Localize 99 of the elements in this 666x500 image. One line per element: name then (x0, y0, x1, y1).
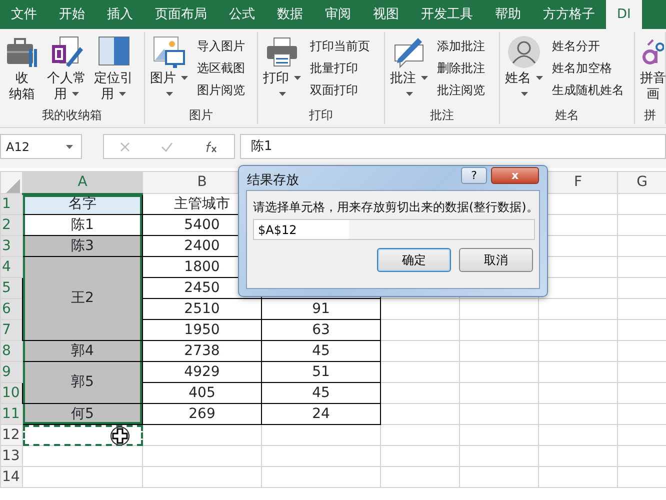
row-header[interactable]: 13 (0, 446, 22, 466)
table-cell[interactable]: 郭5 (22, 362, 142, 404)
ribbon-button[interactable]: 批注 (388, 35, 430, 103)
group-label: 拼 (644, 107, 656, 124)
ribbon-tab[interactable]: 方方格子 (532, 0, 606, 29)
row-header[interactable]: 5 (0, 278, 22, 298)
ribbon-tab[interactable]: 公式 (218, 0, 266, 29)
ribbon-tab[interactable]: 帮助 (484, 0, 532, 29)
table-cell[interactable]: 405 (142, 382, 262, 404)
ribbon-tab[interactable]: 插入 (96, 0, 144, 29)
ribbon-button[interactable]: 批注阅览 (434, 79, 488, 101)
ribbon-button[interactable]: 拼音 画 (638, 35, 666, 103)
table-cell[interactable]: 91 (262, 298, 380, 320)
ribbon-button[interactable]: 选区截图 (194, 57, 248, 79)
row-header[interactable]: 14 (0, 466, 22, 488)
ribbon-button[interactable]: 图片阅览 (194, 79, 248, 101)
column-header[interactable]: G (618, 172, 666, 194)
caret-icon (421, 76, 428, 80)
row-header[interactable]: 4 (0, 256, 22, 278)
row-header[interactable]: 1 (0, 194, 22, 214)
ribbon-tab[interactable]: 审阅 (314, 0, 362, 29)
row-header[interactable]: 6 (0, 298, 22, 320)
table-cell[interactable]: 2510 (142, 298, 262, 320)
ribbon-tab[interactable]: 文件 (0, 0, 48, 29)
ribbon-button[interactable]: 添加批注 (434, 35, 488, 57)
row-header[interactable]: 9 (0, 362, 22, 382)
image-icon (152, 35, 186, 69)
table-cell[interactable]: 269 (142, 404, 262, 424)
toolbox-icon (5, 35, 39, 69)
check-icon[interactable] (160, 142, 173, 152)
ribbon-button[interactable]: 打印 (261, 35, 303, 103)
ribbon-tab[interactable]: DI (606, 0, 642, 29)
table-cell[interactable]: 1950 (142, 320, 262, 340)
formula-field[interactable]: 陈1 (240, 134, 666, 159)
name-box[interactable]: A12 (0, 134, 82, 159)
ribbon-button[interactable]: 姓名加空格 (549, 57, 627, 79)
caret-icon (294, 76, 301, 80)
caret-icon (72, 92, 79, 96)
table-cell[interactable]: 何5 (22, 404, 142, 424)
help-button[interactable]: ? (461, 167, 487, 184)
column-header[interactable]: A (22, 172, 142, 194)
person-icon (507, 35, 541, 69)
cancel-icon[interactable] (120, 142, 130, 152)
ribbon-button[interactable]: 删除批注 (434, 57, 488, 79)
table-cell[interactable]: 陈3 (22, 236, 142, 256)
group-label: 图片 (189, 107, 213, 124)
ribbon-tab[interactable]: 页面布局 (144, 0, 218, 29)
group-label: 打印 (309, 107, 333, 124)
group-label: 我的收纳箱 (42, 107, 102, 124)
caret-icon (119, 92, 126, 96)
ribbon-tab[interactable]: 数据 (266, 0, 314, 29)
ribbon-tab[interactable]: 视图 (362, 0, 410, 29)
dialog-button[interactable]: 确定 (377, 248, 451, 272)
function-icon[interactable] (204, 140, 218, 152)
ribbon-button[interactable]: 个人常 用 (45, 35, 88, 103)
notebook-pen-icon (50, 35, 84, 69)
ribbon-button[interactable]: 生成随机姓名 (549, 79, 627, 101)
table-cell[interactable]: 24 (262, 404, 380, 424)
row-header[interactable]: 2 (0, 214, 22, 236)
table-cell[interactable]: 4929 (142, 362, 262, 382)
caret-icon (520, 92, 528, 96)
table-cell[interactable]: 63 (262, 320, 380, 340)
table-cell[interactable]: 45 (262, 382, 380, 404)
ribbon-button[interactable]: 打印当前页 (307, 35, 373, 57)
caret-icon (406, 92, 412, 96)
caret-icon (536, 76, 543, 80)
row-header[interactable]: 7 (0, 320, 22, 340)
row-header[interactable]: 10 (0, 382, 22, 404)
ribbon-button[interactable]: 双面打印 (307, 79, 373, 101)
ribbon-tab[interactable]: 开始 (48, 0, 96, 29)
group-label: 姓名 (555, 107, 579, 124)
ribbon-button[interactable]: 定位引 用 (92, 35, 135, 103)
caret-icon (181, 76, 188, 80)
ribbon-button[interactable]: 批量打印 (307, 57, 373, 79)
table-cell[interactable]: 45 (262, 340, 380, 362)
caret-icon (166, 92, 172, 96)
ribbon-button[interactable]: 导入图片 (194, 35, 248, 57)
table-cell[interactable]: 2738 (142, 340, 262, 362)
row-header[interactable]: 3 (0, 236, 22, 256)
row-header[interactable]: 12 (0, 424, 22, 446)
group-label: 批注 (430, 107, 454, 124)
table-cell[interactable]: 郭4 (22, 340, 142, 362)
row-header[interactable]: 8 (0, 340, 22, 362)
dialog-button[interactable]: 取消 (459, 248, 533, 272)
table-cell[interactable]: 名字 (22, 194, 142, 214)
caret-icon (278, 92, 286, 96)
table-cell[interactable]: 51 (262, 362, 380, 382)
table-cell[interactable]: 王2 (22, 256, 142, 340)
ribbon-tab[interactable]: 开发工具 (410, 0, 484, 29)
row-header[interactable]: 11 (0, 404, 22, 424)
ribbon-button[interactable]: 姓名分开 (549, 35, 627, 57)
printer-icon (265, 35, 299, 69)
range-input-field[interactable]: $A$12 (253, 219, 535, 240)
comment-pen-icon (392, 35, 426, 69)
cell-cursor-icon (110, 426, 130, 444)
ribbon-button[interactable]: 姓名 (503, 35, 545, 103)
ribbon-button[interactable]: 图片 (148, 35, 190, 103)
ribbon-button[interactable]: 收 纳箱 (3, 35, 41, 103)
caret-icon (66, 145, 73, 149)
